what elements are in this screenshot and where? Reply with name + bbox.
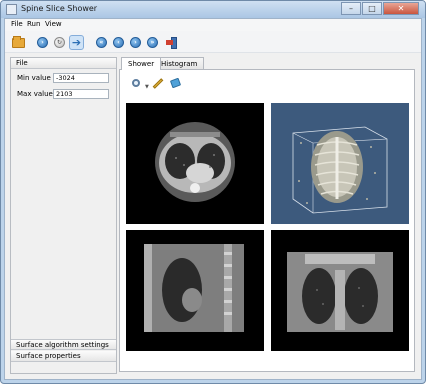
max-value-field[interactable] bbox=[53, 89, 109, 99]
window-controls: – □ ✕ bbox=[340, 2, 419, 15]
right-panel: Shower Histogram ▼ bbox=[119, 57, 419, 374]
exit-button[interactable] bbox=[164, 35, 179, 50]
section-file[interactable]: File bbox=[11, 58, 116, 69]
menu-file[interactable]: File bbox=[11, 20, 23, 28]
section-surface-properties[interactable]: Surface properties bbox=[11, 351, 116, 362]
sagittal-slice-image bbox=[144, 244, 244, 332]
tab-shower[interactable]: Shower bbox=[121, 57, 162, 70]
circle-arrow-icon: › bbox=[37, 37, 48, 48]
rewind-icon: ‹ bbox=[113, 37, 124, 48]
annotate-button[interactable] bbox=[152, 77, 164, 89]
zoom-button[interactable] bbox=[130, 77, 142, 89]
close-button[interactable]: ✕ bbox=[383, 2, 419, 15]
pencil-icon bbox=[152, 77, 164, 89]
axial-slice-image bbox=[155, 122, 235, 202]
refresh-icon: ↻ bbox=[54, 37, 65, 48]
minimize-button[interactable]: – bbox=[341, 2, 361, 15]
next-slice-button[interactable]: › bbox=[128, 35, 143, 50]
menu-view[interactable]: View bbox=[45, 20, 62, 28]
reload-button[interactable]: ↻ bbox=[52, 35, 67, 50]
skip-back-icon: « bbox=[96, 37, 107, 48]
run-button[interactable]: ➔ bbox=[69, 35, 84, 50]
fill-button[interactable] bbox=[169, 77, 181, 89]
min-value-label: Min value bbox=[17, 74, 51, 82]
skip-forward-icon: » bbox=[147, 37, 158, 48]
toolbar: › ↻ ➔ « ‹ › » bbox=[5, 31, 421, 53]
volume-render-image bbox=[292, 126, 388, 214]
menu-run[interactable]: Run bbox=[27, 20, 40, 28]
sagittal-view[interactable] bbox=[126, 230, 264, 351]
shower-page: ▼ bbox=[119, 69, 415, 372]
menu-bar: File Run View bbox=[5, 19, 421, 31]
volume-render-view[interactable] bbox=[271, 103, 409, 224]
min-value-field[interactable] bbox=[53, 73, 109, 83]
section-surface-algorithm[interactable]: Surface algorithm settings bbox=[11, 339, 116, 350]
first-slice-button[interactable]: « bbox=[94, 35, 109, 50]
app-icon bbox=[6, 4, 17, 15]
coronal-slice-image bbox=[287, 252, 393, 332]
axial-view[interactable] bbox=[126, 103, 264, 224]
chevron-down-icon[interactable]: ▼ bbox=[145, 84, 149, 90]
max-value-label: Max value bbox=[17, 90, 53, 98]
title-bar: Spine Slice Shower – □ ✕ bbox=[1, 1, 425, 18]
maximize-button[interactable]: □ bbox=[362, 2, 382, 15]
step-button[interactable]: › bbox=[35, 35, 50, 50]
tab-histogram[interactable]: Histogram bbox=[154, 57, 205, 69]
last-slice-button[interactable]: » bbox=[145, 35, 160, 50]
open-folder-button[interactable] bbox=[11, 35, 26, 50]
arrow-right-icon: ➔ bbox=[71, 36, 82, 49]
paint-bucket-icon bbox=[169, 77, 181, 89]
folder-icon bbox=[12, 35, 25, 48]
magnifier-icon bbox=[132, 79, 140, 87]
previous-slice-button[interactable]: ‹ bbox=[111, 35, 126, 50]
left-panel: File Min value Max value Surface algorit… bbox=[10, 57, 117, 374]
forward-icon: › bbox=[130, 37, 141, 48]
window-title: Spine Slice Shower bbox=[21, 4, 98, 13]
coronal-view[interactable] bbox=[271, 230, 409, 351]
exit-icon bbox=[166, 36, 177, 49]
app-window: Spine Slice Shower – □ ✕ File Run View ›… bbox=[0, 0, 426, 384]
